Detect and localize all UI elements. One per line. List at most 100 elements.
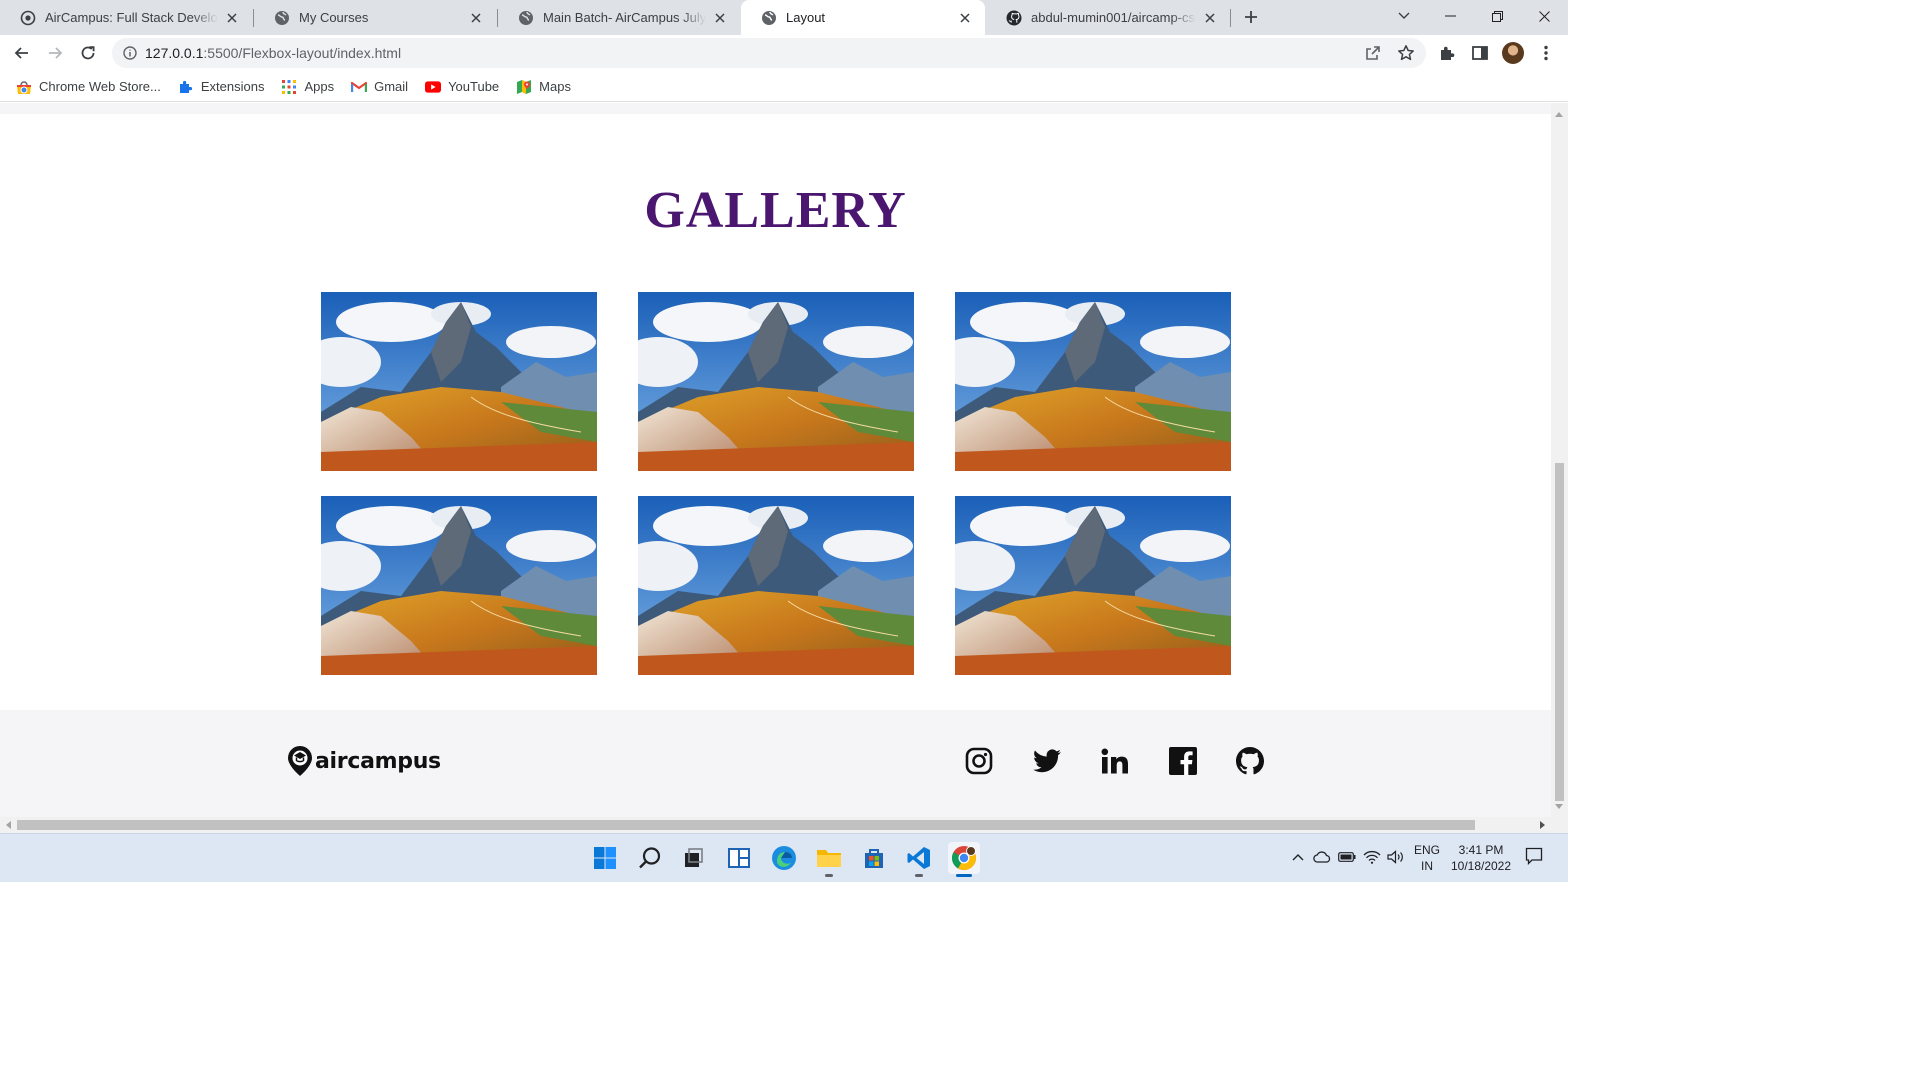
- logo-text: aircampus: [315, 748, 441, 774]
- globe-icon: [761, 10, 777, 26]
- chrome-icon[interactable]: [948, 842, 980, 877]
- scroll-right-arrow-icon[interactable]: [1540, 821, 1545, 829]
- gallery-image: [638, 292, 914, 471]
- side-panel-icon[interactable]: [1468, 41, 1492, 65]
- bookmark-label: Gmail: [374, 79, 409, 94]
- profile-avatar[interactable]: [1502, 42, 1524, 64]
- battery-icon[interactable]: [1337, 847, 1357, 867]
- bookmark-label: Chrome Web Store...: [39, 79, 161, 94]
- tab-title: Main Batch- AirCampus July-Aug: [543, 10, 706, 25]
- bookmarks-bar: Chrome Web Store... Extensions Apps Gmai…: [0, 72, 1568, 102]
- bookmark-maps[interactable]: Maps: [516, 79, 571, 95]
- address-bar[interactable]: 127.0.0.1:5500/Flexbox-layout/index.html: [112, 38, 1426, 68]
- language-code: ENG: [1414, 843, 1441, 857]
- tab-search-button[interactable]: [1381, 0, 1427, 32]
- tab-layout[interactable]: Layout: [741, 0, 985, 35]
- bookmark-label: Extensions: [200, 79, 265, 94]
- bookmark-youtube[interactable]: YouTube: [425, 79, 499, 95]
- twitter-icon[interactable]: [1032, 746, 1062, 776]
- system-clock[interactable]: 3:41 PM 10/18/2022: [1448, 842, 1514, 874]
- location-pin-icon: [288, 746, 312, 776]
- tab-title: My Courses: [299, 10, 369, 25]
- volume-icon[interactable]: [1386, 847, 1406, 867]
- bookmark-gmail[interactable]: Gmail: [351, 79, 408, 95]
- vertical-scroll-thumb[interactable]: [1555, 463, 1564, 801]
- close-tab-icon[interactable]: [712, 10, 728, 26]
- scroll-down-arrow-icon[interactable]: [1555, 804, 1563, 809]
- gallery-image: [638, 496, 914, 675]
- more-menu-icon[interactable]: [1534, 41, 1558, 65]
- gallery-image: [321, 292, 597, 471]
- restore-button[interactable]: [1474, 0, 1520, 32]
- vscode-icon[interactable]: [903, 842, 935, 877]
- tab-title: Layout: [786, 10, 826, 25]
- bookmark-label: YouTube: [448, 79, 500, 94]
- windows-taskbar: ENG IN 3:41 PM 10/18/2022: [0, 833, 1568, 882]
- wifi-icon[interactable]: [1362, 847, 1382, 867]
- close-window-button[interactable]: [1521, 0, 1567, 32]
- bookmark-apps[interactable]: Apps: [281, 79, 334, 95]
- back-button[interactable]: [9, 40, 35, 66]
- gallery-image: [955, 496, 1231, 675]
- share-icon[interactable]: [1362, 42, 1384, 64]
- close-tab-icon[interactable]: [957, 10, 973, 26]
- reload-button[interactable]: [75, 40, 101, 66]
- linkedin-icon[interactable]: [1100, 746, 1130, 776]
- bookmark-star-icon[interactable]: [1395, 42, 1417, 64]
- gallery-grid: [321, 292, 1230, 675]
- search-icon[interactable]: [634, 842, 666, 874]
- gmail-icon: [351, 79, 368, 95]
- facebook-icon[interactable]: [1168, 746, 1198, 776]
- tab-strip: AirCampus: Full Stack Developme My Cours…: [0, 0, 1568, 35]
- widgets-icon[interactable]: [723, 842, 755, 874]
- running-indicator: [825, 874, 833, 877]
- github-icon[interactable]: [1235, 746, 1265, 776]
- tab-github[interactable]: abdul-mumin001/aircamp-css-la: [986, 0, 1230, 35]
- header-edge: [0, 103, 1551, 114]
- scroll-up-arrow-icon[interactable]: [1555, 112, 1563, 117]
- vertical-scrollbar[interactable]: [1551, 103, 1568, 817]
- extensions-icon[interactable]: [1435, 41, 1459, 65]
- tab-title: AirCampus: Full Stack Developme: [45, 10, 218, 25]
- scroll-left-arrow-icon[interactable]: [6, 821, 11, 829]
- tab-separator: [1230, 9, 1231, 27]
- gallery-title: GALLERY: [644, 182, 907, 239]
- language-indicator[interactable]: ENG IN: [1414, 842, 1440, 874]
- windows-start-icon[interactable]: [589, 842, 621, 874]
- tab-main-batch[interactable]: Main Batch- AirCampus July-Aug: [498, 0, 740, 35]
- tab-my-courses[interactable]: My Courses: [254, 0, 496, 35]
- tab-title: abdul-mumin001/aircamp-css-la: [1031, 10, 1196, 25]
- microsoft-store-icon[interactable]: [858, 842, 890, 874]
- chrome-web-store-icon: [16, 79, 32, 95]
- url-path: :5500/Flexbox-layout/index.html: [203, 45, 402, 61]
- horizontal-scroll-thumb[interactable]: [17, 820, 1475, 830]
- site-info-icon[interactable]: [115, 38, 145, 68]
- edge-icon[interactable]: [768, 842, 800, 874]
- close-tab-icon[interactable]: [1202, 10, 1218, 26]
- puzzle-icon: [178, 79, 194, 95]
- url-text[interactable]: 127.0.0.1:5500/Flexbox-layout/index.html: [145, 45, 401, 61]
- close-tab-icon[interactable]: [224, 10, 240, 26]
- forward-button[interactable]: [42, 40, 68, 66]
- running-indicator: [915, 874, 923, 877]
- bookmark-chrome-web-store[interactable]: Chrome Web Store...: [16, 79, 161, 95]
- horizontal-scrollbar[interactable]: [0, 817, 1568, 833]
- instagram-icon[interactable]: [964, 746, 994, 776]
- bookmark-label: Apps: [304, 79, 335, 94]
- task-view-icon[interactable]: [677, 842, 709, 874]
- tab-aircampus[interactable]: AirCampus: Full Stack Developme: [0, 0, 252, 35]
- bookmark-extensions[interactable]: Extensions: [178, 79, 265, 95]
- close-tab-icon[interactable]: [468, 10, 484, 26]
- minimize-button[interactable]: [1427, 0, 1473, 32]
- show-hidden-icons-chevron-icon[interactable]: [1288, 847, 1308, 867]
- aircampus-logo[interactable]: aircampus: [287, 745, 441, 777]
- running-indicator: [956, 874, 972, 877]
- new-tab-button[interactable]: [1240, 6, 1262, 28]
- gallery-image: [321, 496, 597, 675]
- page-viewport: GALLERY aircampus: [0, 103, 1551, 817]
- globe-icon: [518, 10, 534, 26]
- onedrive-cloud-icon[interactable]: [1312, 847, 1332, 867]
- file-explorer-icon[interactable]: [813, 842, 845, 877]
- notification-icon[interactable]: [1524, 846, 1544, 866]
- aircampus-icon: [20, 10, 36, 26]
